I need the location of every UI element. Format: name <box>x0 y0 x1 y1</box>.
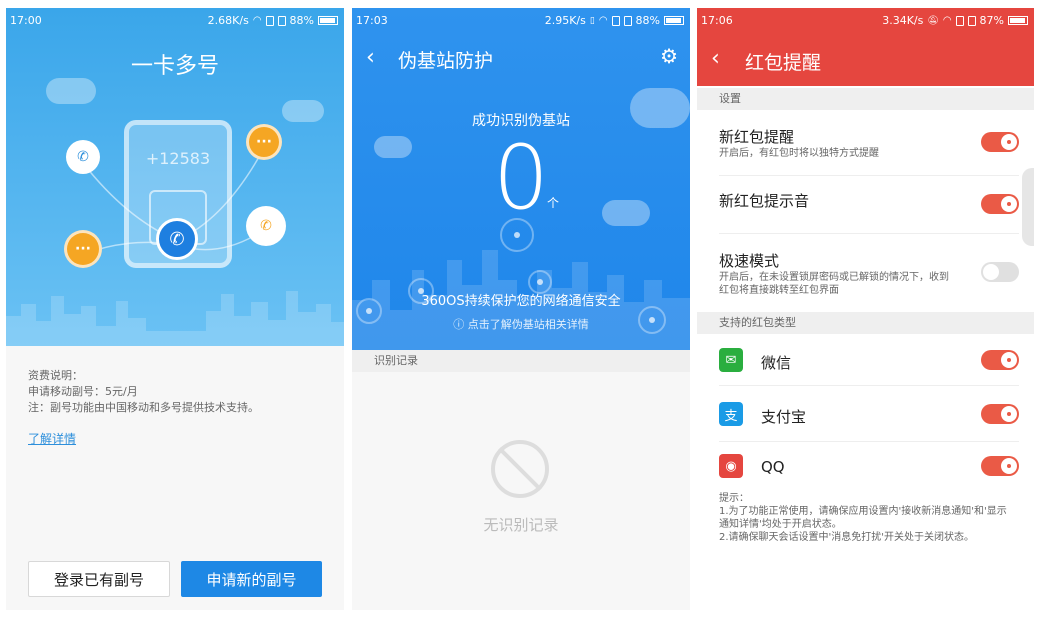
setting-row-new-packet[interactable]: 新红包提醒 开启后，有红包时将以独特方式提醒 <box>719 126 1019 176</box>
app-row-alipay[interactable]: 支 支付宝 <box>719 396 1019 442</box>
fee-line: 申请移动副号：5元/月 <box>28 385 138 398</box>
sim-card-number: +12583 <box>145 149 211 168</box>
setting-row-sound[interactable]: 新红包提示音 <box>719 190 1019 234</box>
count-unit: 个 <box>547 196 560 210</box>
alipay-icon: 支 <box>719 402 743 426</box>
wifi-icon: ◠ <box>598 15 608 26</box>
types-section-header: 支持的红包类型 <box>697 312 1034 334</box>
records-section-header: 识别记录 <box>352 350 690 372</box>
sim-icon <box>967 15 976 26</box>
network-speed: 3.34K/s <box>882 14 924 27</box>
edge-handle[interactable] <box>1022 168 1034 246</box>
mute-icon: 🔕︎ <box>927 15 939 26</box>
app-row-wechat[interactable]: ✉ 微信 <box>719 340 1019 386</box>
page-title: 红包提醒 <box>745 52 822 74</box>
apply-new-button[interactable]: 申请新的副号 <box>181 561 322 597</box>
empty-prohibited-icon <box>491 440 549 498</box>
back-arrow-icon[interactable]: ‹ <box>366 44 375 72</box>
app-name: 支付宝 <box>761 408 807 426</box>
sim-icon <box>623 15 632 26</box>
fast-mode-toggle[interactable] <box>981 262 1019 282</box>
page-title: 伪基站防护 <box>398 50 494 72</box>
wechat-icon: ✉ <box>719 348 743 372</box>
protection-message: 360OS持续保护您的网络通信安全 <box>421 294 621 309</box>
tip-line: 1.为了功能正常使用，请确保应用设置内'接收新消息通知'和'显示通知详情'均处于… <box>719 506 1007 530</box>
vibrate-icon: ▯ <box>589 15 595 26</box>
fee-title: 资费说明： <box>28 369 83 382</box>
alipay-toggle[interactable] <box>981 404 1019 424</box>
sim-icon <box>955 15 964 26</box>
tips: 提示： 1.为了功能正常使用，请确保应用设置内'接收新消息通知'和'显示通知详情… <box>719 492 1009 544</box>
fake-base-station-screen: 17:03 2.95K/s ▯ ◠ 88% ‹ 伪基站防护 ⚙ 成功识别伪基站 … <box>352 8 690 610</box>
setting-desc: 开启后，有红包时将以独特方式提醒 <box>719 148 879 159</box>
setting-title: 新红包提醒 <box>719 128 795 146</box>
status-time: 17:03 <box>356 14 388 27</box>
red-packet-reminder-screen: 17:06 3.34K/s 🔕︎ ◠ 87% ‹ 红包提醒 设置 新红包提醒 开… <box>697 8 1034 610</box>
battery-icon <box>664 16 684 25</box>
details-link[interactable]: 了解详情 <box>28 430 76 447</box>
tip-line: 2.请确保聊天会话设置中'消息免打扰'开关处于关闭状态。 <box>719 532 975 543</box>
gear-icon[interactable]: ⚙ <box>660 44 678 68</box>
setting-desc: 开启后，在未设置锁屏密码或已解锁的情况下，收到红包将直接跳转至红包界面 <box>719 272 949 296</box>
setting-title: 极速模式 <box>719 252 780 270</box>
login-existing-button[interactable]: 登录已有副号 <box>28 561 170 597</box>
multi-number-banner: 17:00 2.68K/s ◠ 88% 一卡多号 +12583 ✆ ··· ··… <box>6 8 344 346</box>
multi-number-screen: 17:00 2.68K/s ◠ 88% 一卡多号 +12583 ✆ ··· ··… <box>6 8 344 610</box>
network-speed: 2.95K/s <box>544 14 586 27</box>
header: 17:06 3.34K/s 🔕︎ ◠ 87% ‹ 红包提醒 <box>697 8 1034 86</box>
detected-count: 0 <box>493 126 549 229</box>
phone-icon: ✆ <box>246 206 286 246</box>
setting-title: 新红包提示音 <box>719 192 810 210</box>
city-skyline <box>6 291 344 346</box>
fee-note: 注：副号功能由中国移动和多号提供技术支持。 <box>28 401 259 414</box>
wechat-toggle[interactable] <box>981 350 1019 370</box>
app-row-qq[interactable]: ◉ QQ <box>719 450 1019 488</box>
status-time: 17:06 <box>701 14 733 27</box>
message-icon: ··· <box>246 124 282 160</box>
status-bar: 17:06 3.34K/s 🔕︎ ◠ 87% <box>697 8 1034 34</box>
battery-percent: 87% <box>979 14 1004 27</box>
sound-toggle[interactable] <box>981 194 1019 214</box>
message-icon: ··· <box>64 230 102 268</box>
empty-state-text: 无识别记录 <box>483 516 559 534</box>
setting-row-fast-mode[interactable]: 极速模式 开启后，在未设置锁屏密码或已解锁的情况下，收到红包将直接跳转至红包界面 <box>719 250 1019 310</box>
battery-icon <box>1008 16 1028 25</box>
app-name: QQ <box>761 458 785 476</box>
tip-title: 提示： <box>719 493 749 504</box>
qq-toggle[interactable] <box>981 456 1019 476</box>
call-icon: ✆ <box>156 218 198 260</box>
phone-icon: ✆ <box>66 140 100 174</box>
app-name: 微信 <box>761 354 792 372</box>
status-bar: 17:03 2.95K/s ▯ ◠ 88% <box>352 8 690 34</box>
settings-section-header: 设置 <box>697 88 1034 110</box>
protection-banner: 17:03 2.95K/s ▯ ◠ 88% ‹ 伪基站防护 ⚙ 成功识别伪基站 … <box>352 8 690 350</box>
info-link[interactable]: ⓘ 点击了解伪基站相关详情 <box>352 316 690 332</box>
new-packet-toggle[interactable] <box>981 132 1019 152</box>
qq-icon: ◉ <box>719 454 743 478</box>
fee-description: 资费说明： 申请移动副号：5元/月 注：副号功能由中国移动和多号提供技术支持。 <box>28 368 259 416</box>
sim-icon <box>611 15 620 26</box>
signal-ring <box>500 218 534 252</box>
wifi-icon: ◠ <box>942 15 952 26</box>
header: ‹ 伪基站防护 ⚙ <box>352 44 690 74</box>
battery-percent: 88% <box>635 14 660 27</box>
back-arrow-icon[interactable]: ‹ <box>711 46 720 71</box>
